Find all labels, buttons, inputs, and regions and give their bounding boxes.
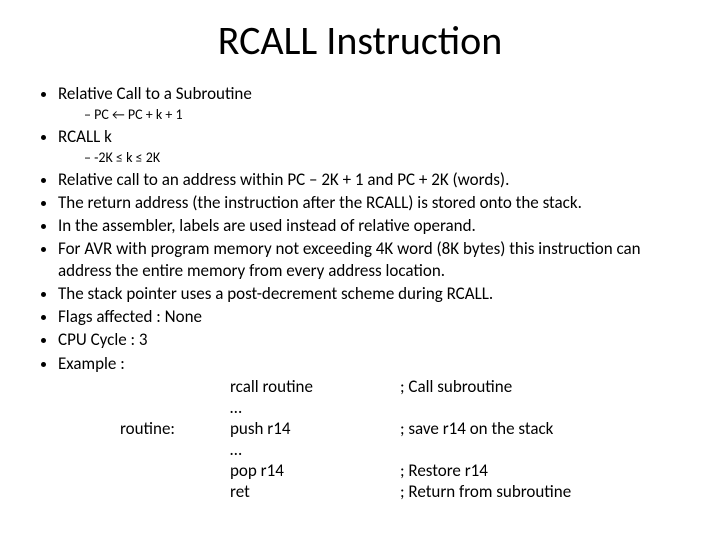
text: RCALL k <box>58 126 112 147</box>
code-instr: … <box>230 439 400 460</box>
code-label <box>120 481 230 502</box>
bullet-avr-memory: For AVR with program memory not exceedin… <box>58 238 690 281</box>
code-label <box>120 397 230 418</box>
code-label <box>120 460 230 481</box>
sublist: -2K ≤ k ≤ 2K <box>58 149 690 167</box>
example-row: routine: push r14 ; save r14 on the stac… <box>120 418 690 439</box>
example-row: pop r14 ; Restore r14 <box>120 460 690 481</box>
example-code: rcall routine ; Call subroutine … routin… <box>120 376 690 502</box>
code-comment: ; save r14 on the stack <box>400 418 690 439</box>
bullet-cpu-cycle: CPU Cycle : 3 <box>58 329 690 350</box>
sublist: PC ← PC + k + 1 <box>58 106 690 124</box>
code-instr: pop r14 <box>230 460 400 481</box>
code-instr: ret <box>230 481 400 502</box>
code-comment: ; Restore r14 <box>400 460 690 481</box>
code-comment <box>400 439 690 460</box>
code-instr: … <box>230 397 400 418</box>
sub-pc-formula: PC ← PC + k + 1 <box>84 106 690 124</box>
slide-title: RCALL Instruction <box>30 16 690 65</box>
sub-k-range: -2K ≤ k ≤ 2K <box>84 149 690 167</box>
bullet-flags: Flags affected : None <box>58 306 690 327</box>
bullet-example: Example : <box>58 353 690 374</box>
code-instr: rcall routine <box>230 376 400 397</box>
code-comment: ; Call subroutine <box>400 376 690 397</box>
bullet-relative-address: Relative call to an address within PC – … <box>58 169 690 190</box>
content-list: Relative Call to a Subroutine PC ← PC + … <box>30 83 690 374</box>
code-label <box>120 439 230 460</box>
bullet-labels: In the assembler, labels are used instea… <box>58 215 690 236</box>
code-label: routine: <box>120 418 230 439</box>
code-comment: ; Return from subroutine <box>400 481 690 502</box>
code-instr: push r14 <box>230 418 400 439</box>
bullet-return-address: The return address (the instruction afte… <box>58 192 690 213</box>
slide: RCALL Instruction Relative Call to a Sub… <box>0 0 720 540</box>
bullet-relative-call: Relative Call to a Subroutine PC ← PC + … <box>58 83 690 124</box>
example-row: rcall routine ; Call subroutine <box>120 376 690 397</box>
code-comment <box>400 397 690 418</box>
example-row: ret ; Return from subroutine <box>120 481 690 502</box>
code-label <box>120 376 230 397</box>
example-row: … <box>120 397 690 418</box>
example-row: … <box>120 439 690 460</box>
bullet-stack-pointer: The stack pointer uses a post-decrement … <box>58 283 690 304</box>
bullet-rcall-k: RCALL k -2K ≤ k ≤ 2K <box>58 126 690 167</box>
text: Relative Call to a Subroutine <box>58 83 252 104</box>
